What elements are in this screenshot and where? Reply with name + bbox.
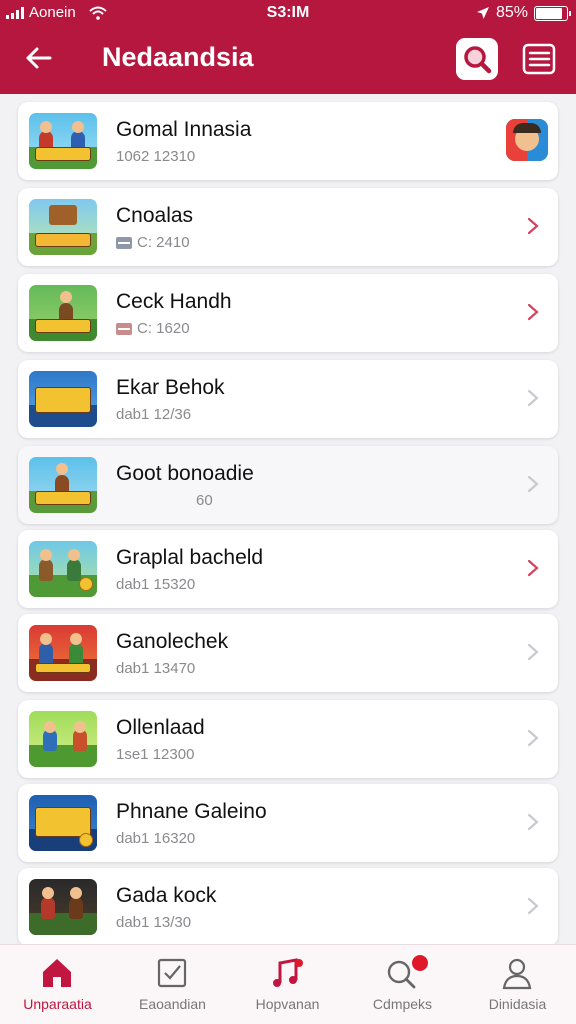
page-title: Nedaandsia	[102, 42, 254, 72]
chevron-right-icon	[527, 303, 539, 321]
arrow-left-icon	[26, 47, 52, 69]
status-bar: Aonein S3:IM 85%	[0, 0, 576, 28]
search-icon	[464, 46, 492, 74]
status-right: 85%	[476, 4, 571, 22]
game-thumbnail	[29, 541, 97, 597]
tab-label: Cdmpeks	[372, 996, 433, 1012]
list-item[interactable]: Gomal Innasia 1062 12310	[18, 102, 558, 180]
back-button[interactable]	[20, 40, 56, 76]
item-meta: dab1 15320	[116, 576, 195, 593]
bottom-tab-bar: Unparaatia Eaoandian Hopvanan Cdmpeks Di…	[0, 944, 576, 1024]
tab-label: Hopvanan	[255, 996, 320, 1012]
chevron-right-icon	[527, 643, 539, 661]
search-button[interactable]	[456, 38, 498, 80]
tab-label: Dinidasia	[488, 996, 547, 1012]
game-thumbnail	[29, 879, 97, 935]
chevron-right-icon	[527, 559, 539, 577]
item-meta: dab1 13/30	[116, 914, 191, 931]
calendar-icon	[116, 236, 132, 249]
item-title: Cnoalas	[116, 204, 194, 227]
list-item[interactable]: Ollenlaad 1se1 12300	[18, 700, 558, 778]
home-icon	[43, 959, 71, 987]
item-meta-text: dab1 13/30	[116, 914, 192, 931]
app-header: Aonein S3:IM 85% Nedaandsia	[0, 0, 576, 94]
profile-icon	[502, 958, 532, 990]
battery-icon	[534, 5, 571, 21]
chevron-right-icon	[527, 813, 539, 831]
game-thumbnail	[29, 795, 97, 851]
item-meta-text: 60	[196, 492, 213, 509]
item-meta-text: 1062 12310	[116, 148, 196, 165]
item-title: Gada kock	[116, 884, 217, 907]
item-meta: C: 1620	[116, 320, 190, 337]
item-meta: dab1 12/36	[116, 406, 191, 423]
list-item[interactable]: Gada kock dab1 13/30	[18, 868, 558, 944]
item-meta-text: C: 2410	[137, 234, 190, 251]
game-thumbnail	[29, 285, 97, 341]
item-meta: dab1 13470	[116, 660, 195, 677]
chevron-right-icon	[527, 897, 539, 915]
game-thumbnail	[29, 457, 97, 513]
chevron-right-icon	[527, 217, 539, 235]
item-meta-text: dab1 13470	[116, 660, 196, 677]
notification-badge	[410, 953, 430, 973]
list-item[interactable]: Graplal bacheld dab1 15320	[18, 530, 558, 608]
chevron-right-icon	[527, 475, 539, 493]
edit-box-icon	[157, 958, 187, 988]
list-item[interactable]: Ganolechek dab1 13470	[18, 614, 558, 692]
tab-home[interactable]: Unparaatia	[0, 945, 115, 1024]
game-thumbnail	[29, 199, 97, 255]
game-thumbnail	[29, 711, 97, 767]
list-item[interactable]: Cnoalas C: 2410	[18, 188, 558, 266]
chevron-right-icon	[527, 729, 539, 747]
location-arrow-icon	[476, 7, 489, 19]
game-thumbnail	[29, 113, 97, 169]
item-meta-text: dab1 16320	[116, 830, 196, 847]
menu-button[interactable]	[520, 40, 558, 78]
app-avatar-icon[interactable]	[506, 119, 548, 161]
item-meta: dab1 16320	[116, 830, 195, 847]
item-title: Phnane Galeino	[116, 800, 267, 823]
item-title: Graplal bacheld	[116, 546, 264, 569]
tab-music[interactable]: Hopvanan	[230, 945, 345, 1024]
item-title: Ekar Behok	[116, 376, 225, 399]
item-title: Gomal Innasia	[116, 118, 252, 141]
list-item[interactable]: Goot bonoadie 60	[18, 446, 558, 524]
item-meta-text: C: 1620	[137, 320, 190, 337]
list-menu-icon	[522, 43, 556, 75]
item-title: Ollenlaad	[116, 716, 205, 739]
chevron-right-icon	[527, 389, 539, 407]
list-item[interactable]: Ceck Handh C: 1620	[18, 274, 558, 352]
calendar-icon	[116, 322, 132, 335]
game-thumbnail	[29, 625, 97, 681]
tab-edit[interactable]: Eaoandian	[115, 945, 230, 1024]
tab-profile[interactable]: Dinidasia	[460, 945, 575, 1024]
game-list: Gomal Innasia 1062 12310 Cnoalas C: 2410…	[0, 94, 576, 944]
tab-label: Unparaatia	[23, 996, 92, 1012]
tab-search[interactable]: Cdmpeks	[345, 945, 460, 1024]
item-meta: C: 2410	[116, 234, 190, 251]
game-thumbnail	[29, 371, 97, 427]
item-title: Ganolechek	[116, 630, 229, 653]
item-meta-text: dab1 12/36	[116, 406, 192, 423]
item-title: Ceck Handh	[116, 290, 232, 313]
item-meta-text: 1se1 12300	[116, 746, 195, 763]
list-item[interactable]: Phnane Galeino dab1 16320	[18, 784, 558, 862]
battery-percent: 85%	[495, 4, 528, 21]
music-note-icon	[273, 958, 303, 987]
item-meta: 1se1 12300	[116, 746, 194, 763]
item-meta-text: dab1 15320	[116, 576, 196, 593]
item-meta: 1062 12310	[116, 148, 195, 165]
tab-label: Eaoandian	[139, 996, 206, 1012]
item-title: Goot bonoadie	[116, 462, 254, 485]
list-item[interactable]: Ekar Behok dab1 12/36	[18, 360, 558, 438]
item-meta: 60	[196, 492, 213, 509]
